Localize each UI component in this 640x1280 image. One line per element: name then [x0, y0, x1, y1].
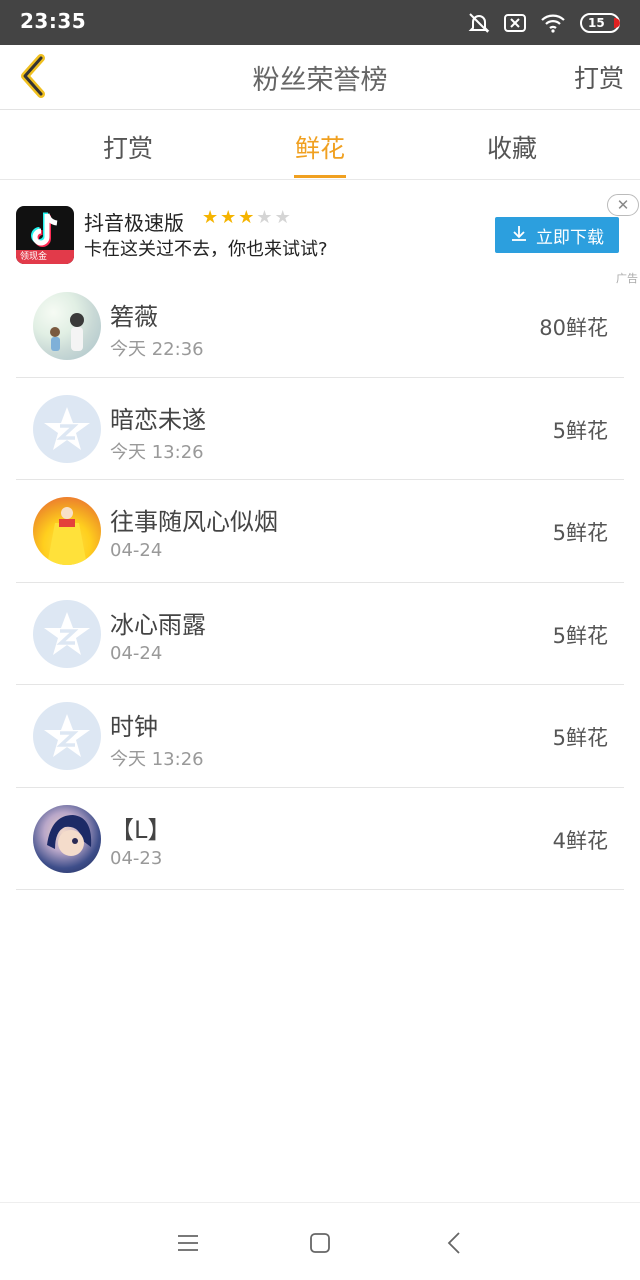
reward-button[interactable]: 打赏: [574, 59, 624, 95]
fan-time: 今天 13:26: [110, 441, 204, 463]
fan-name: 时钟: [110, 713, 158, 741]
active-tab-indicator: [294, 175, 346, 178]
ad-logo-badge: 领现金: [16, 250, 74, 264]
ad-close-button[interactable]: ✕: [607, 194, 639, 216]
fans-list: 箬薇 今天 22:36 80鲜花 暗恋未遂 今天 13:26 5鲜花 往事随风心…: [16, 275, 624, 890]
list-item[interactable]: 【L】 04-23 4鲜花: [16, 788, 624, 890]
flower-count: 5鲜花: [552, 418, 608, 443]
battery-level: 15: [588, 16, 605, 30]
status-time: 23:35: [20, 9, 87, 33]
download-button-label: 立即下载: [536, 227, 604, 248]
home-icon[interactable]: [304, 1227, 336, 1259]
list-item[interactable]: 往事随风心似烟 04-24 5鲜花: [16, 480, 624, 583]
fan-time: 04-24: [110, 540, 163, 561]
ad-banner[interactable]: 领现金 抖音极速版 ★★★★★ 卡在这关过不去，你也来试试? 立即下载 ✕ 广告: [0, 180, 640, 285]
star-icon: ★: [238, 207, 257, 228]
avatar: [33, 804, 101, 873]
tiktok-app-icon: 领现金: [16, 206, 74, 264]
sim-off-icon: [504, 14, 526, 32]
list-item[interactable]: 暗恋未遂 今天 13:26 5鲜花: [16, 378, 624, 480]
fan-time: 今天 13:26: [110, 749, 204, 770]
star-empty-icon: ★: [256, 207, 275, 228]
ad-app-name: 抖音极速版: [84, 211, 184, 235]
status-bar: 23:35 15: [0, 0, 640, 45]
default-avatar-icon: [33, 599, 101, 668]
list-item[interactable]: 冰心雨露 04-24 5鲜花: [16, 583, 624, 685]
fan-name: 【L】: [110, 815, 172, 844]
fan-name: 暗恋未遂: [110, 405, 206, 434]
fan-time: 04-23: [110, 847, 163, 869]
tab-flowers[interactable]: 鲜花: [260, 129, 380, 165]
avatar: [33, 497, 101, 565]
star-empty-icon: ★: [274, 207, 293, 228]
system-nav-bar: [0, 1202, 640, 1280]
ad-description: 卡在这关过不去，你也来试试?: [84, 239, 328, 260]
rating-stars: ★★★★★: [202, 207, 293, 228]
avatar: [33, 292, 101, 360]
flower-count: 5鲜花: [552, 521, 608, 545]
default-avatar-icon: [33, 702, 101, 770]
wifi-icon: [540, 13, 566, 33]
menu-icon[interactable]: [172, 1227, 204, 1259]
fan-name: 箬薇: [110, 303, 158, 331]
tab-favorites[interactable]: 收藏: [452, 129, 572, 165]
battery-icon: 15: [580, 13, 620, 33]
fan-time: 今天 22:36: [110, 339, 204, 360]
download-icon: [510, 224, 528, 247]
fan-time: 04-24: [110, 642, 163, 664]
status-icons: 15: [468, 10, 620, 36]
tab-reward[interactable]: 打赏: [68, 129, 188, 165]
page-title: 粉丝荣誉榜: [252, 65, 388, 96]
back-icon[interactable]: [438, 1227, 470, 1259]
list-item[interactable]: 箬薇 今天 22:36 80鲜花: [16, 275, 624, 378]
download-button[interactable]: 立即下载: [495, 217, 619, 253]
star-icon: ★: [220, 207, 239, 228]
flower-count: 5鲜花: [552, 726, 608, 750]
fan-name: 冰心雨露: [110, 610, 206, 639]
flower-count: 5鲜花: [552, 623, 608, 648]
tab-bar: 打赏 鲜花 收藏: [0, 111, 640, 180]
mute-bell-icon: [468, 12, 490, 34]
star-icon: ★: [202, 207, 221, 228]
list-item[interactable]: 时钟 今天 13:26 5鲜花: [16, 685, 624, 788]
fan-name: 往事随风心似烟: [110, 508, 278, 536]
close-icon: ✕: [616, 196, 630, 214]
flower-count: 4鲜花: [552, 828, 608, 853]
default-avatar-icon: [33, 394, 101, 463]
app-header: 粉丝荣誉榜 打赏: [0, 45, 640, 110]
flower-count: 80鲜花: [539, 316, 608, 340]
